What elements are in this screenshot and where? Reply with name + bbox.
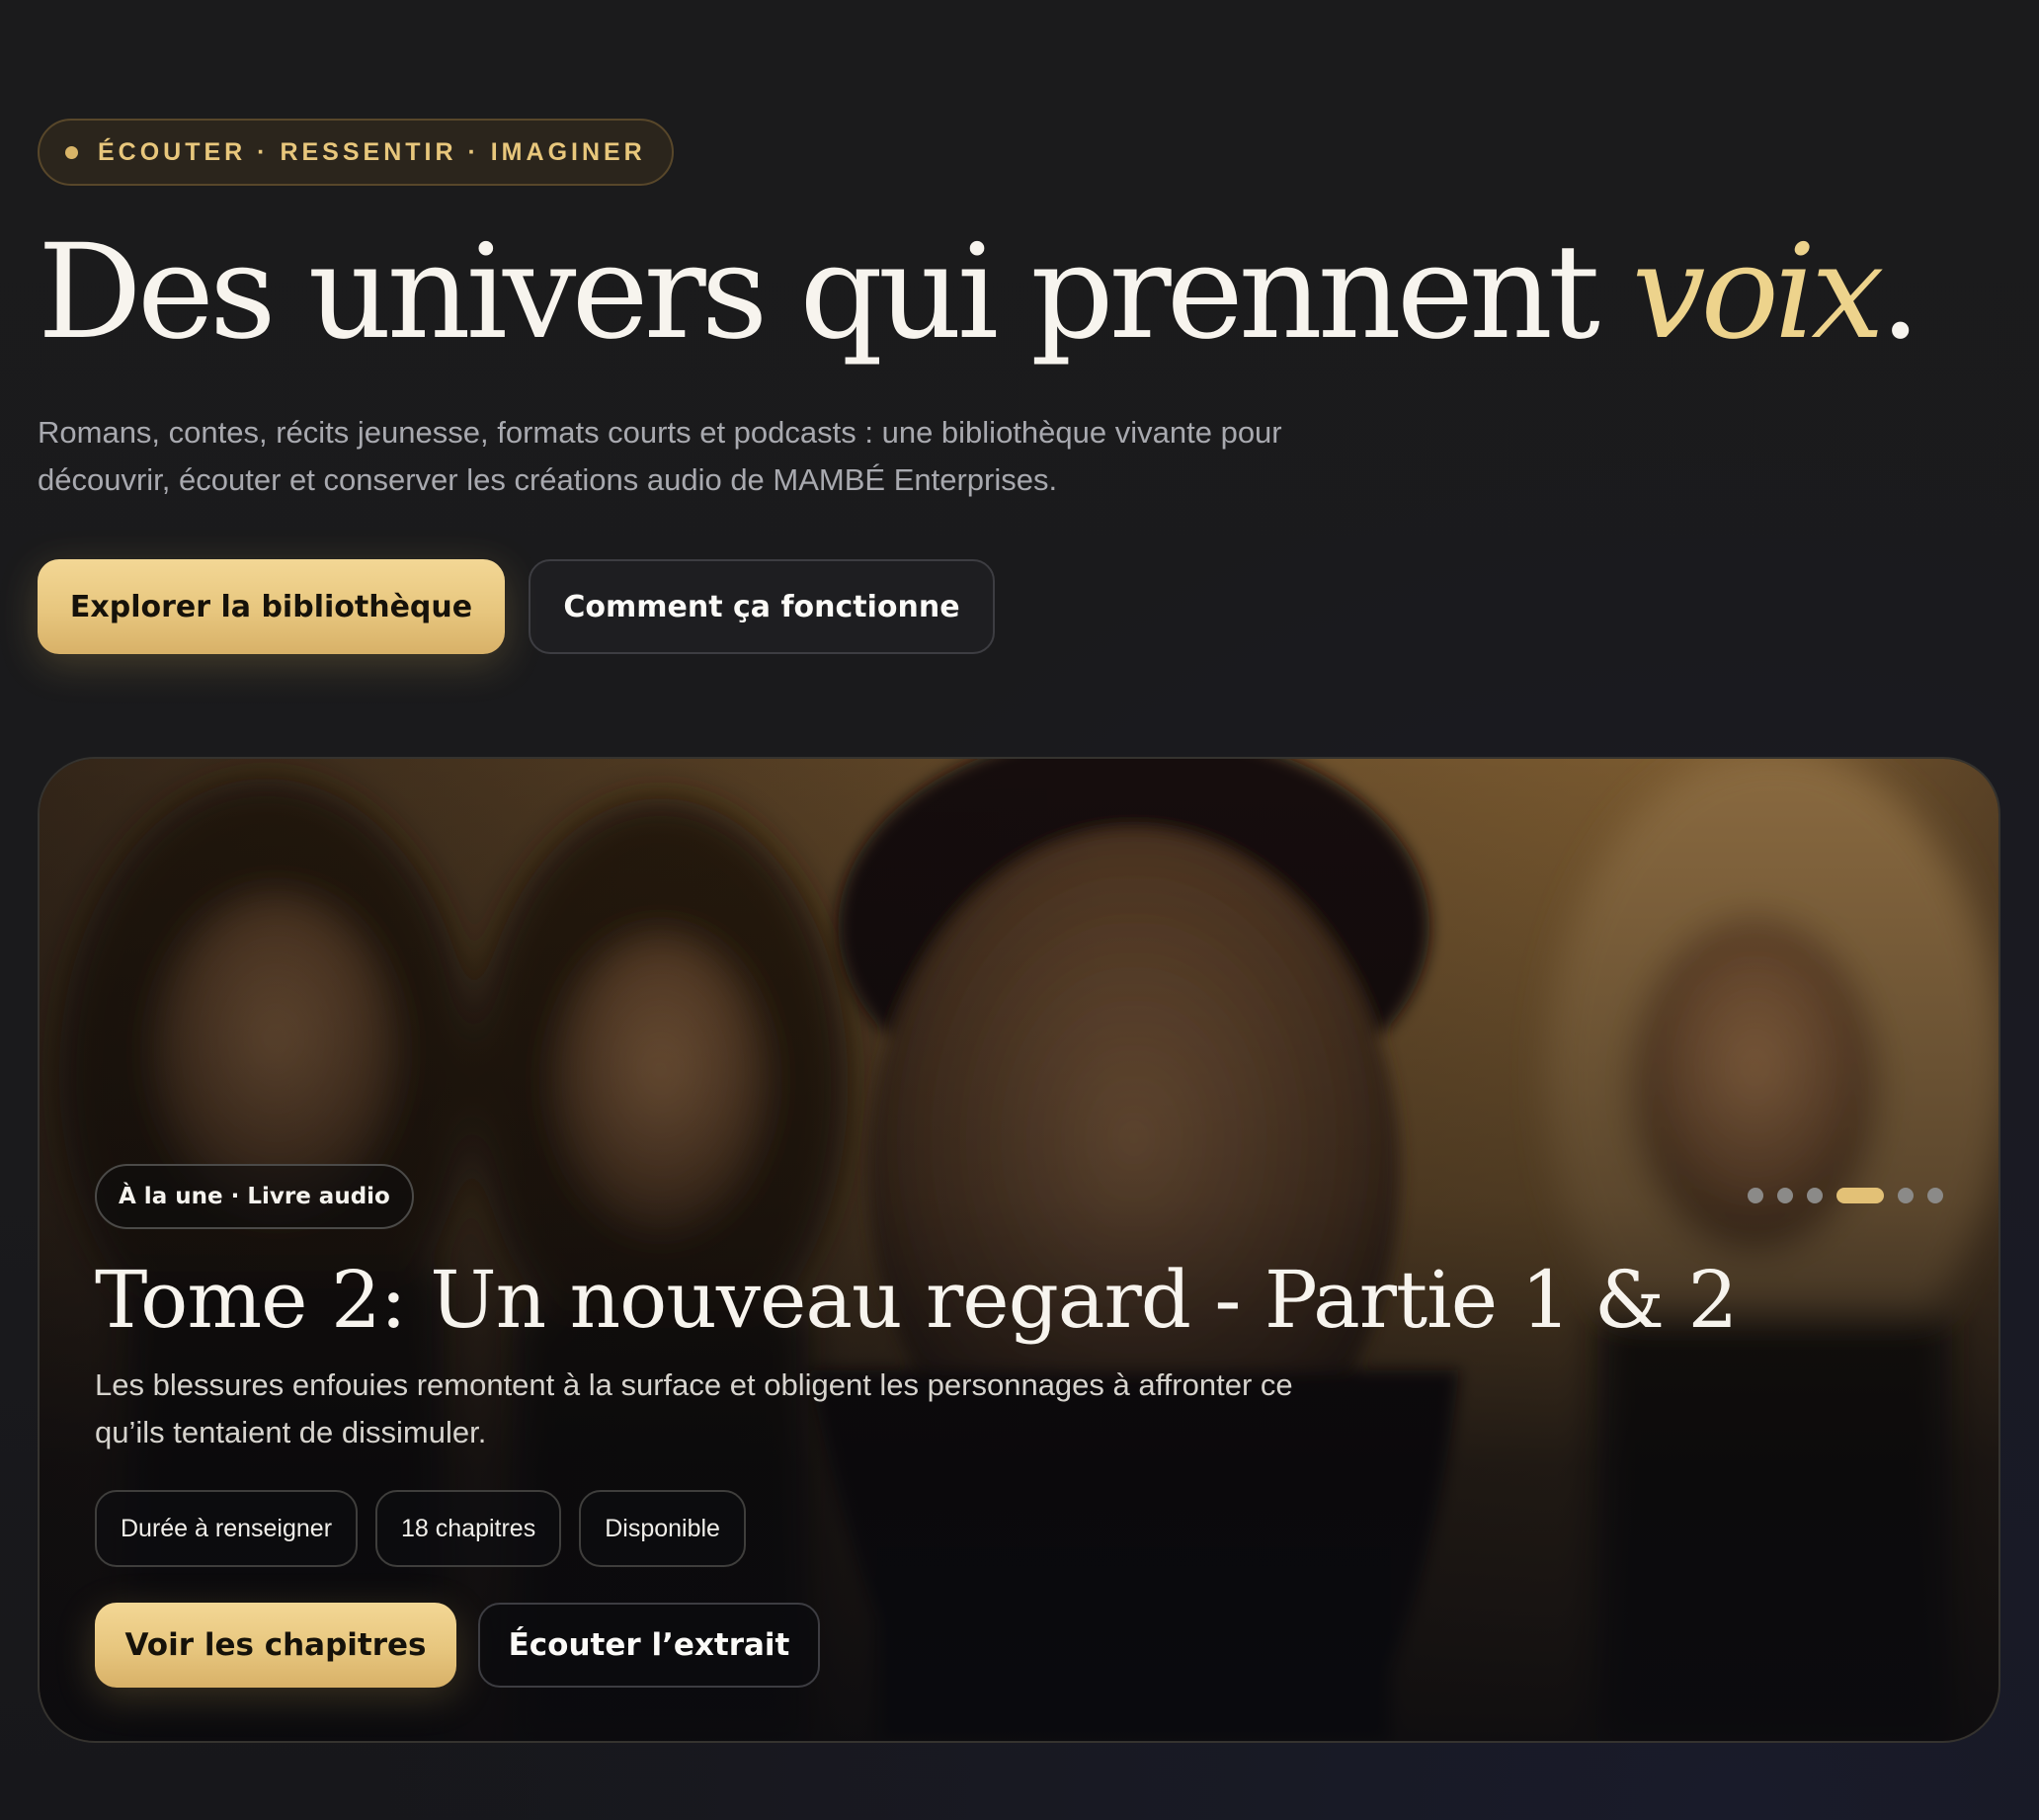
how-it-works-button[interactable]: Comment ça fonctionne	[529, 559, 995, 654]
chapters-count-chip: 18 chapitres	[375, 1490, 562, 1567]
featured-title: Tome 2: Un nouveau regard - Partie 1 & 2	[95, 1254, 1738, 1346]
carousel-dot[interactable]	[1748, 1188, 1763, 1203]
carousel-dot[interactable]	[1898, 1188, 1914, 1203]
hero-eyebrow-pill: ÉCOUTER · RESSENTIR · IMAGINER	[38, 119, 674, 186]
availability-chip: Disponible	[579, 1490, 746, 1567]
dot-icon	[65, 145, 78, 159]
carousel-dot[interactable]	[1927, 1188, 1943, 1203]
featured-tag: À la une · Livre audio	[95, 1164, 414, 1229]
carousel-dots	[1748, 1188, 1943, 1203]
carousel-dot[interactable]	[1807, 1188, 1823, 1203]
hero-title-main: Des univers qui prennent	[38, 216, 1632, 369]
view-chapters-button[interactable]: Voir les chapitres	[95, 1603, 456, 1688]
duration-chip: Durée à renseigner	[95, 1490, 359, 1567]
explore-library-button[interactable]: Explorer la bibliothèque	[38, 559, 505, 654]
hero-title-end: .	[1879, 216, 1921, 369]
hero-eyebrow-text: ÉCOUTER · RESSENTIR · IMAGINER	[98, 137, 646, 166]
hero-subtitle: Romans, contes, récits jeunesse, formats…	[38, 415, 1282, 497]
featured-card: À la une · Livre audio Tome 2: Un nouvea…	[38, 757, 2000, 1743]
featured-description: Les blessures enfouies remontent à la su…	[95, 1367, 1293, 1449]
hero-title: Des univers qui prennent voix.	[38, 209, 1921, 375]
listen-extract-button[interactable]: Écouter l’extrait	[478, 1603, 820, 1688]
carousel-dot[interactable]	[1777, 1188, 1793, 1203]
featured-meta-chips: Durée à renseigner 18 chapitres Disponib…	[95, 1490, 746, 1567]
hero-title-accent: voix	[1631, 216, 1885, 369]
carousel-dot-active[interactable]	[1836, 1188, 1884, 1203]
